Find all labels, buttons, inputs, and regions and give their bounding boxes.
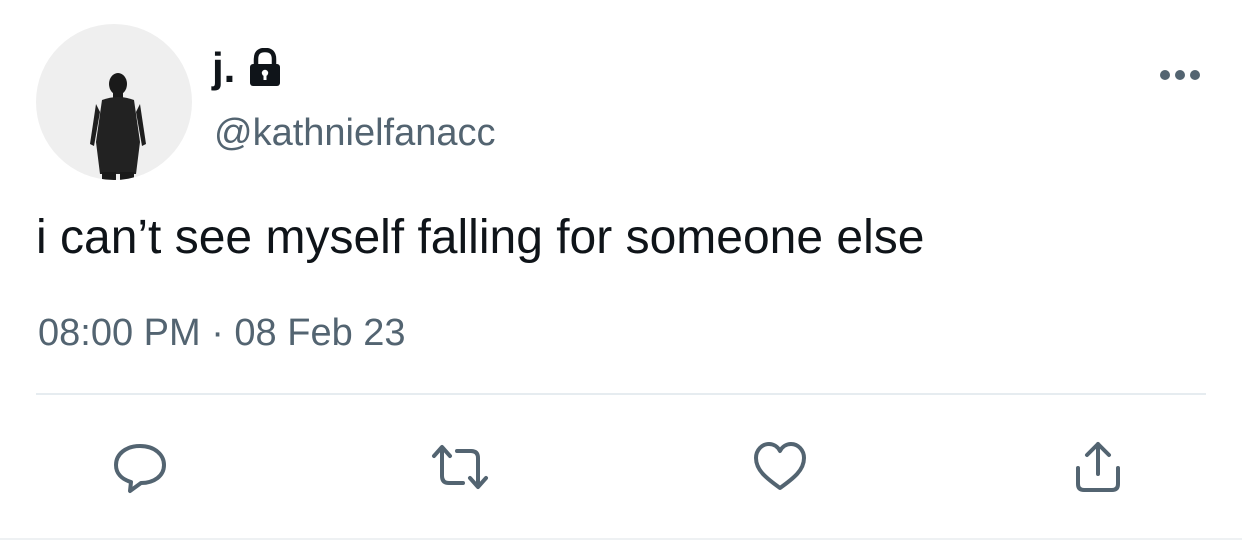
reply-button[interactable] [110, 436, 170, 498]
share-icon [1076, 442, 1120, 492]
person-silhouette-icon [90, 73, 146, 180]
name-row: j. [212, 44, 283, 92]
retweet-button[interactable] [430, 436, 490, 498]
speech-bubble-icon [114, 444, 166, 493]
tweet-card: j. @kathnielfanacc i can’t see myself fa… [0, 0, 1242, 558]
like-button[interactable] [750, 436, 810, 498]
tweet-text: i can’t see myself falling for someone e… [36, 211, 925, 264]
display-name[interactable]: j. [212, 44, 235, 92]
more-options-icon[interactable] [1158, 68, 1202, 82]
divider [36, 393, 1206, 395]
retweet-icon [432, 445, 488, 489]
heart-icon [754, 442, 806, 490]
share-button[interactable] [1068, 436, 1128, 498]
lock-icon [247, 47, 283, 88]
bottom-divider [0, 538, 1242, 540]
user-handle[interactable]: @kathnielfanacc [214, 108, 496, 158]
tweet-timestamp[interactable]: 08:00 PM · 08 Feb 23 [38, 306, 406, 360]
avatar[interactable] [36, 24, 192, 180]
